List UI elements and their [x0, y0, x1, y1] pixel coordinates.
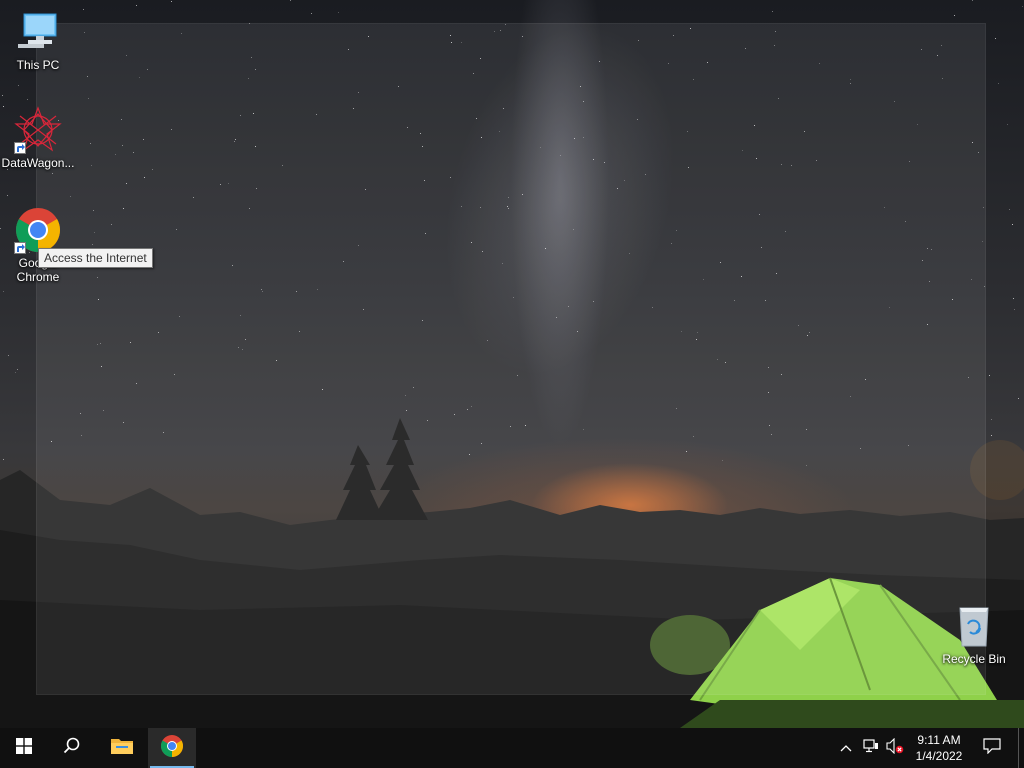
- desktop-icon-label: Recycle Bin: [942, 652, 1006, 666]
- taskbar: 9:11 AM 1/4/2022: [0, 728, 1024, 768]
- show-desktop-button[interactable]: [1018, 728, 1019, 768]
- search-icon: [63, 737, 81, 760]
- desktop-icon-recycle-bin[interactable]: Recycle Bin: [936, 602, 1012, 666]
- action-center-button[interactable]: [978, 728, 1006, 768]
- desktop-icon-datawagon[interactable]: DataWagon...: [0, 106, 76, 170]
- taskbar-file-explorer[interactable]: [98, 728, 146, 768]
- shortcut-arrow-icon: [14, 242, 26, 254]
- computer-icon: [14, 8, 62, 56]
- network-tray-button[interactable]: [860, 728, 882, 768]
- show-hidden-icons-button[interactable]: [836, 728, 856, 768]
- folder-icon: [110, 736, 134, 761]
- windows-logo-icon: [16, 737, 32, 759]
- screen-overlay: [36, 23, 986, 695]
- taskbar-google-chrome[interactable]: [148, 728, 196, 768]
- chrome-icon: [14, 206, 62, 254]
- tooltip: Access the Internet: [38, 248, 153, 268]
- volume-muted-icon: [886, 737, 904, 759]
- start-button[interactable]: [0, 728, 48, 768]
- chevron-up-icon: [840, 739, 852, 757]
- volume-tray-button[interactable]: [884, 728, 906, 768]
- desktop-icon-this-pc[interactable]: This PC: [0, 8, 76, 72]
- desktop-icon-label: This PC: [16, 58, 60, 72]
- desktop-icon-google-chrome[interactable]: Google Chrome: [0, 206, 76, 284]
- clock[interactable]: 9:11 AM 1/4/2022: [906, 728, 972, 768]
- clock-time: 9:11 AM: [917, 733, 961, 747]
- shortcut-arrow-icon: [14, 142, 26, 154]
- desktop-icon-label: DataWagon...: [1, 156, 75, 170]
- chrome-icon: [160, 734, 184, 763]
- recycle-bin-icon: [950, 602, 998, 650]
- clock-date: 1/4/2022: [915, 749, 963, 763]
- action-center-icon: [983, 737, 1001, 759]
- network-icon: [863, 738, 879, 758]
- search-button[interactable]: [48, 728, 96, 768]
- datawagon-logo-icon: [14, 106, 62, 154]
